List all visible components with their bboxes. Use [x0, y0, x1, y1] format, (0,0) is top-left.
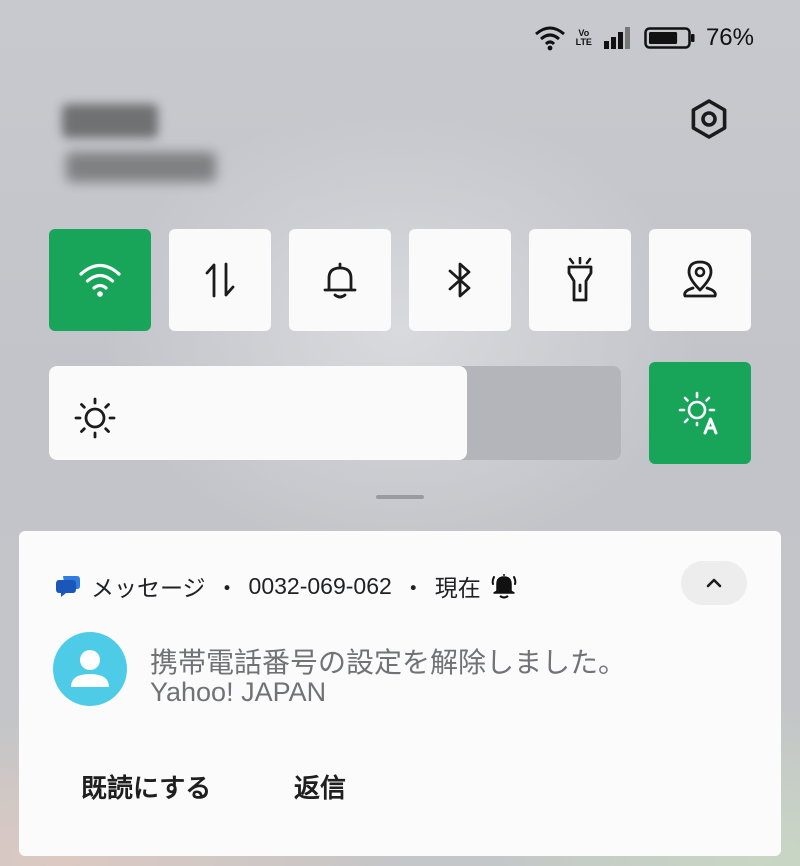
wifi-icon [534, 26, 565, 51]
person-icon [71, 650, 109, 687]
app-name: メッセージ [91, 575, 206, 601]
notification-header: メッセージ ・ 0032-069-062 ・ 現在 [55, 569, 517, 603]
bluetooth-tile[interactable] [409, 229, 511, 331]
notification-title: 携帯電話番号の設定を解除しました。 [150, 646, 627, 679]
battery-icon [644, 27, 695, 49]
gear-icon [691, 99, 727, 139]
sender-number: 0032-069-062 [248, 572, 392, 599]
separator: ・ [401, 575, 425, 601]
notification-card[interactable]: メッセージ ・ 0032-069-062 ・ 現在 携帯電話番号の設定を解除しま… [19, 531, 781, 856]
flashlight-icon [567, 257, 593, 302]
clock-time-obscured [62, 104, 158, 138]
separator: ・ [215, 575, 239, 601]
messages-app-icon [56, 576, 80, 597]
mobile-data-tile[interactable] [169, 229, 271, 331]
reply-button[interactable]: 返信 [294, 768, 346, 805]
alarm-bell-icon [491, 574, 517, 599]
avatar [53, 632, 127, 706]
bell-icon [323, 262, 357, 299]
quick-settings-tiles [49, 229, 751, 331]
wifi-icon [79, 263, 121, 297]
volte-icon: Vo LTE [575, 28, 592, 47]
bluetooth-icon [448, 262, 471, 298]
battery-percentage: 76% [705, 24, 754, 51]
sun-icon [74, 397, 116, 439]
sound-tile[interactable] [289, 229, 391, 331]
auto-brightness-icon [678, 391, 718, 435]
location-icon [683, 260, 717, 298]
panel-drag-handle[interactable] [376, 495, 424, 499]
auto-brightness-button[interactable] [649, 362, 751, 464]
chevron-up-icon [706, 578, 722, 588]
data-arrows-icon [205, 262, 235, 298]
flashlight-tile[interactable] [529, 229, 631, 331]
wifi-tile[interactable] [49, 229, 151, 331]
clock-date-obscured [66, 152, 216, 182]
status-bar: Vo LTE 76% [534, 18, 754, 58]
cell-signal-icon [603, 27, 630, 49]
brightness-slider[interactable] [49, 366, 621, 460]
location-tile[interactable] [649, 229, 751, 331]
notification-subtitle: Yahoo! JAPAN [150, 677, 327, 707]
notification-time: 現在 [434, 575, 481, 601]
collapse-button[interactable] [681, 561, 747, 605]
settings-button[interactable] [686, 96, 732, 142]
mark-read-button[interactable]: 既読にする [81, 768, 211, 805]
